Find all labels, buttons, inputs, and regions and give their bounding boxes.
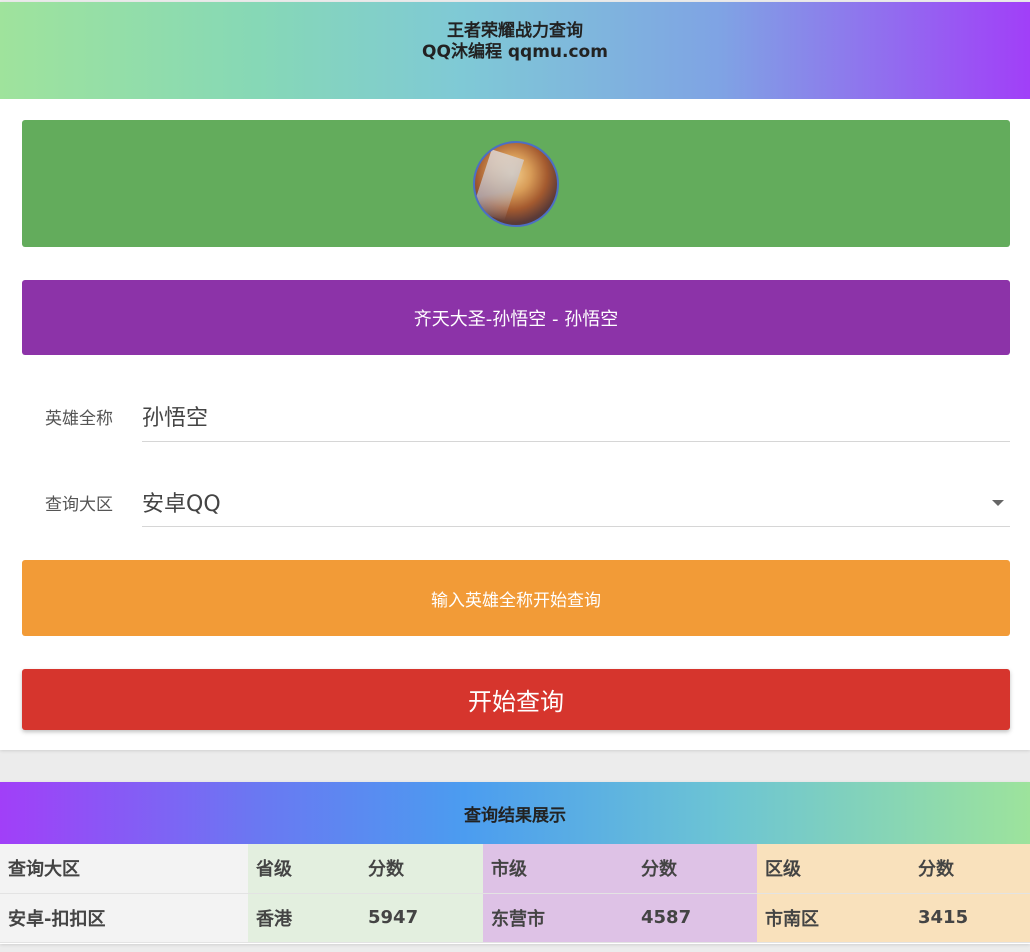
header-district: 区级 [757, 844, 910, 894]
header-province-score: 分数 [360, 844, 483, 894]
cell-district-score: 3415 [910, 893, 1030, 943]
hero-name-input[interactable]: 孙悟空 [142, 400, 208, 432]
hero-name-label: 英雄全称 [45, 409, 113, 429]
hero-name-field[interactable]: 英雄全称 孙悟空 [22, 404, 1010, 442]
chevron-down-icon[interactable] [992, 500, 1004, 506]
results-table: 查询大区 省级 分数 市级 分数 区级 分数 安卓-扣扣区 香港 5947 东营… [0, 844, 1030, 943]
header-city: 市级 [483, 844, 633, 894]
header-city-score: 分数 [633, 844, 757, 894]
cell-district: 市南区 [757, 893, 910, 943]
cell-server: 安卓-扣扣区 [0, 893, 248, 943]
header-server: 查询大区 [0, 844, 248, 894]
hero-name-underline [142, 441, 1010, 442]
query-hint-bar: 输入英雄全称开始查询 [22, 560, 1010, 636]
server-label: 查询大区 [45, 495, 113, 515]
avatar-highlight [475, 148, 525, 221]
server-select[interactable]: 安卓QQ [142, 486, 221, 518]
server-underline [142, 526, 1010, 527]
page-subtitle: QQ沐编程 qqmu.com [422, 42, 608, 62]
page-title: 王者荣耀战力查询 [447, 21, 583, 41]
start-query-button[interactable]: 开始查询 [22, 669, 1010, 730]
cell-province-score: 5947 [360, 893, 483, 943]
header-province: 省级 [248, 844, 360, 894]
hero-name-banner: 齐天大圣-孙悟空 - 孙悟空 [22, 280, 1010, 355]
results-title: 查询结果展示 [0, 782, 1030, 844]
results-card: 查询结果展示 查询大区 省级 分数 市级 分数 区级 分数 安卓-扣扣区 香港 … [0, 782, 1030, 944]
header-district-score: 分数 [910, 844, 1030, 894]
cell-province: 香港 [248, 893, 360, 943]
cell-city-score: 4587 [633, 893, 757, 943]
query-card: 王者荣耀战力查询 QQ沐编程 qqmu.com 齐天大圣-孙悟空 - 孙悟空 英… [0, 2, 1030, 750]
table-row: 安卓-扣扣区 香港 5947 东营市 4587 市南区 3415 [0, 893, 1030, 943]
cell-city: 东营市 [483, 893, 633, 943]
hero-avatar-icon [473, 140, 559, 227]
server-select-field[interactable]: 查询大区 安卓QQ [22, 490, 1010, 527]
hero-avatar-panel [22, 120, 1010, 247]
page-header: 王者荣耀战力查询 QQ沐编程 qqmu.com [0, 2, 1030, 99]
results-header-row: 查询大区 省级 分数 市级 分数 区级 分数 [0, 844, 1030, 894]
